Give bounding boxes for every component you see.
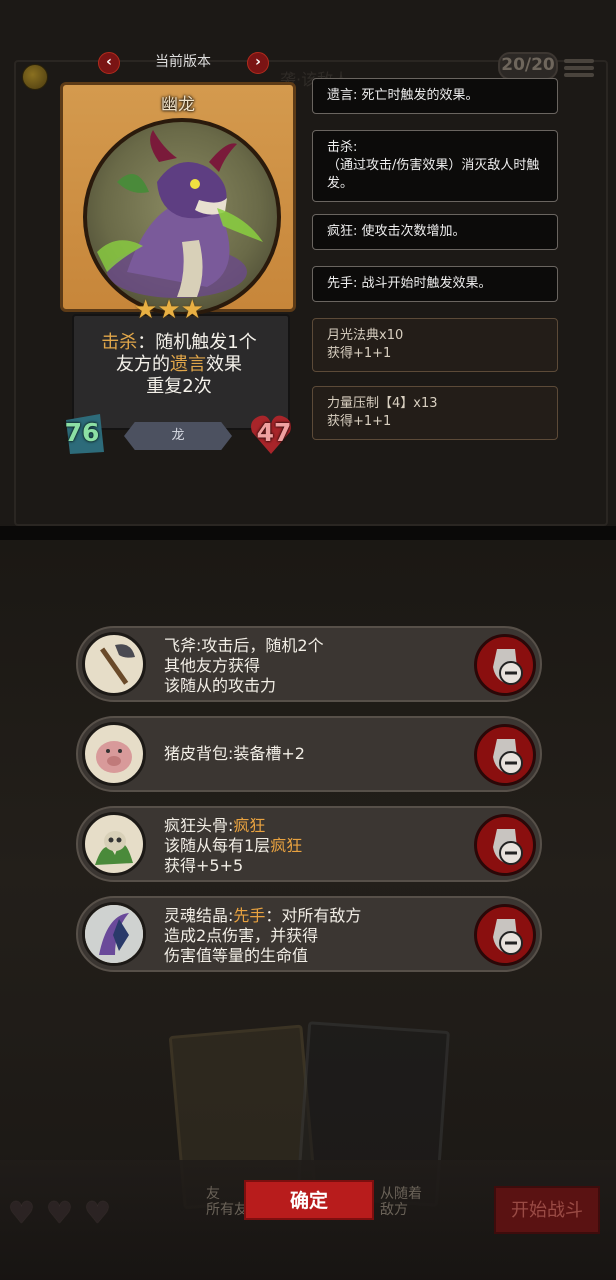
equipment-row: 疯狂头骨:疯狂 该随从每有1层疯狂 获得+5+5 — [76, 806, 542, 882]
star-icon: ★ — [180, 295, 204, 325]
equipment-name: 疯狂头骨: — [164, 816, 234, 835]
equipment-description: 灵魂结晶:先手：对所有敌方 造成2点伤害，并获得 伤害值等量的生命值 — [164, 906, 464, 966]
unit-name: 幽龙 — [161, 95, 195, 115]
version-label: 当前版本 — [155, 54, 211, 70]
shield-minus-icon — [493, 829, 523, 865]
shield-minus-icon — [493, 919, 523, 955]
tooltip-text: 遗言: 死亡时触发的效果。 — [327, 88, 479, 103]
ability-line3: 重复2次 — [146, 376, 212, 397]
tooltip-text: 月光法典x10 获得+1+1 — [327, 328, 404, 361]
ability-line2-post: 效果 — [206, 354, 242, 375]
shield-minus-icon — [493, 739, 523, 775]
tooltip-frenzy: 疯狂: 使攻击次数增加。 — [312, 214, 558, 250]
axe-icon — [82, 632, 146, 696]
remove-equipment-button[interactable] — [474, 634, 536, 696]
equipment-text: ：对所有敌方 — [265, 906, 362, 925]
soul-crystal-icon — [82, 902, 146, 966]
prev-version-button[interactable]: ‹ — [98, 52, 120, 74]
unit-ability-text: 击杀：随机触发1个 友方的遗言效果 重复2次 — [74, 332, 284, 398]
shield-minus-icon — [493, 649, 523, 685]
equipment-row: 飞斧:攻击后，随机2个 其他友方获得 该随从的攻击力 — [76, 626, 542, 702]
buff-moonlight-codex: 月光法典x10 获得+1+1 — [312, 318, 558, 372]
tooltip-first-strike: 先手: 战斗开始时触发效果。 — [312, 266, 558, 302]
keyword-deathrattle: 遗言 — [170, 354, 206, 375]
star-icon: ★ — [157, 295, 181, 325]
remove-equipment-button[interactable] — [474, 904, 536, 966]
keyword-frenzy: 疯狂 — [233, 816, 266, 835]
equipment-line: 造成2点伤害，并获得 — [164, 926, 319, 945]
equipment-line: 猪皮背包:装备槽+2 — [164, 744, 305, 763]
equipment-line: 疯狂头骨:疯狂 — [164, 816, 464, 836]
equipment-line: 伤害值等量的生命值 — [164, 946, 309, 965]
equipment-description: 猪皮背包:装备槽+2 — [164, 744, 464, 764]
obscured-card-text: 从随着 敌方 — [380, 1186, 422, 1218]
ability-line1: ：随机触发1个 — [137, 332, 257, 353]
menu-icon[interactable] — [564, 56, 594, 82]
dragon-portrait — [83, 118, 281, 316]
equipment-text: 该随从每有1层 — [164, 836, 271, 855]
tooltip-text: 先手: 战斗开始时触发效果。 — [327, 276, 492, 291]
star-rating: ★★★ — [134, 296, 224, 324]
keyword-frenzy: 疯狂 — [270, 836, 303, 855]
equipment-line: 其他友方获得 — [164, 656, 261, 675]
equipment-name: 灵魂结晶: — [164, 906, 234, 925]
remove-equipment-button[interactable] — [474, 724, 536, 786]
health-value: 47 — [256, 418, 292, 447]
attack-value: 76 — [64, 418, 100, 447]
star-icon: ★ — [134, 295, 158, 325]
equipment-line: 该随从每有1层疯狂 — [164, 836, 464, 856]
tooltip-text: 疯狂: 使攻击次数增加。 — [327, 224, 466, 239]
life-heart-icon: ♥ — [46, 1196, 73, 1231]
equipment-row: 猪皮背包:装备槽+2 — [76, 716, 542, 792]
mad-skull-icon — [82, 812, 146, 876]
tooltip-kill: 击杀: （通过攻击/伤害效果）消灭敌人时触发。 — [312, 130, 558, 202]
tooltip-text: 力量压制【4】x13 获得+1+1 — [327, 396, 438, 429]
equipment-description: 疯狂头骨:疯狂 该随从每有1层疯狂 获得+5+5 — [164, 816, 464, 876]
unit-card: 幽龙 ★★★ 击杀：随机触发1个 友方的遗言效果 重复2次 76 47 龙 — [60, 82, 296, 456]
life-heart-icon: ♥ — [8, 1196, 35, 1231]
keyword-first-strike: 先手 — [233, 906, 266, 925]
turn-counter: 20/20 — [498, 52, 558, 80]
life-heart-icon: ♥ — [84, 1196, 111, 1231]
confirm-button[interactable]: 确定 — [244, 1180, 374, 1220]
equipment-line: 该随从的攻击力 — [164, 676, 277, 695]
equipment-line: 飞斧:攻击后，随机2个 — [164, 636, 324, 655]
equipment-row: 灵魂结晶:先手：对所有敌方 造成2点伤害，并获得 伤害值等量的生命值 — [76, 896, 542, 972]
next-version-button[interactable]: › — [247, 52, 269, 74]
gold-coin-icon — [22, 64, 48, 90]
equipment-line: 获得+5+5 — [164, 856, 244, 875]
tooltip-text: 击杀: （通过攻击/伤害效果）消灭敌人时触发。 — [327, 140, 540, 191]
start-battle-button[interactable]: 开始战斗 — [494, 1186, 600, 1234]
keyword-kill: 击杀 — [101, 332, 138, 353]
pig-backpack-icon — [82, 722, 146, 786]
tooltip-deathrattle: 遗言: 死亡时触发的效果。 — [312, 78, 558, 114]
equipment-description: 飞斧:攻击后，随机2个 其他友方获得 该随从的攻击力 — [164, 636, 464, 696]
buff-power-suppression: 力量压制【4】x13 获得+1+1 — [312, 386, 558, 440]
remove-equipment-button[interactable] — [474, 814, 536, 876]
tribe-tag: 龙 — [124, 422, 232, 450]
equipment-line: 灵魂结晶:先手：对所有敌方 — [164, 906, 464, 926]
obscured-card-text: 友 所有友 — [206, 1186, 248, 1218]
ability-line2-pre: 友方的 — [116, 354, 170, 375]
